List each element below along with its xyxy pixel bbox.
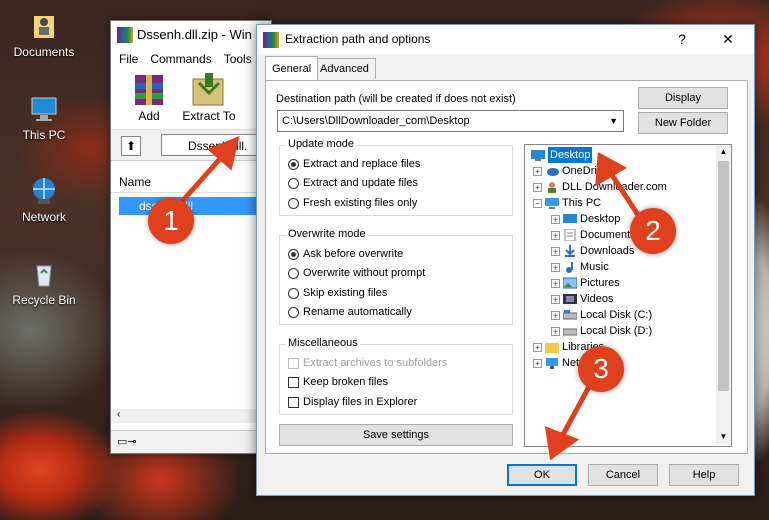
annotation-arrows xyxy=(175,135,643,461)
arrow-2-head xyxy=(595,151,628,187)
step-badge-2: 2 xyxy=(630,208,676,254)
tab-general[interactable]: General xyxy=(265,56,319,80)
arrow-2 xyxy=(607,169,643,221)
arrow-3 xyxy=(557,382,593,443)
step-badge-1: 1 xyxy=(148,198,194,244)
arrow-1 xyxy=(175,149,229,209)
step-badge-3: 3 xyxy=(578,346,624,392)
arrow-3-head xyxy=(544,426,580,461)
